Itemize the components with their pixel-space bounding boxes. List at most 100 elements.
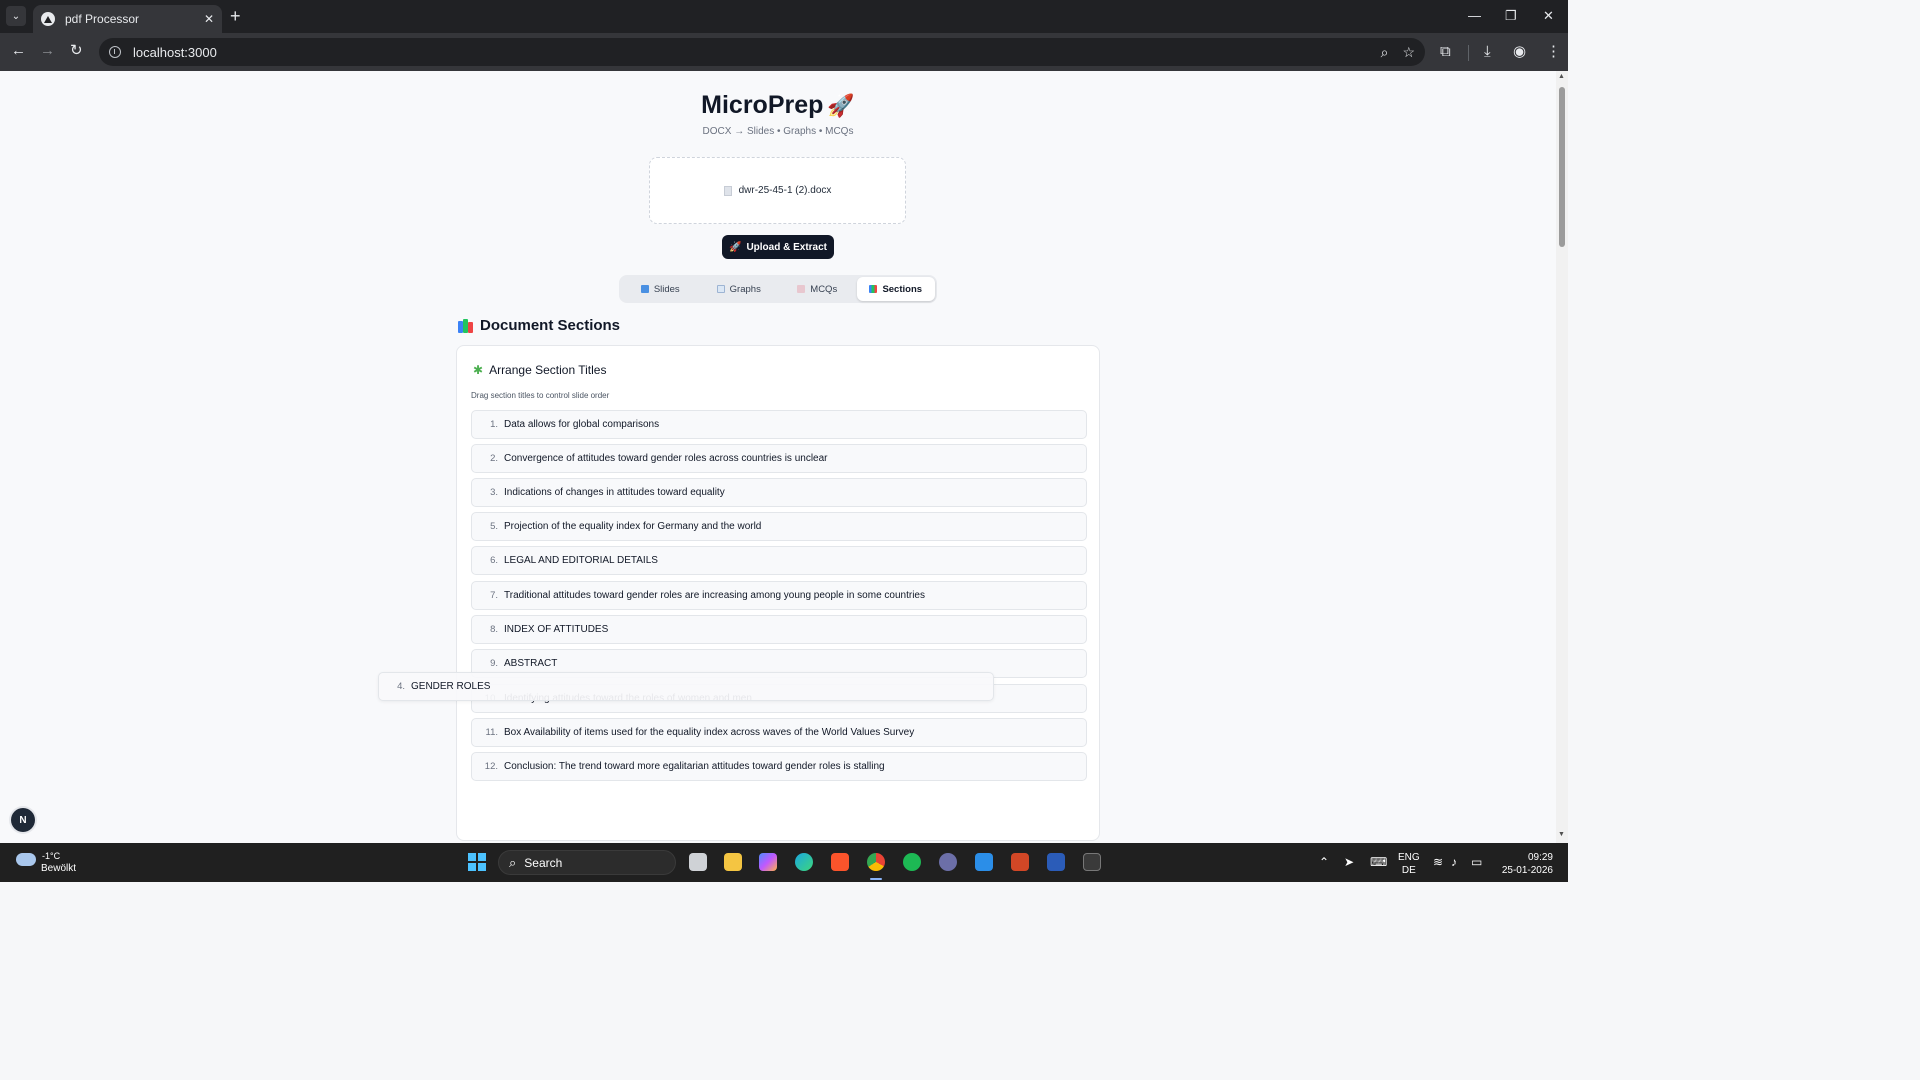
copilot-icon[interactable] — [759, 853, 777, 871]
app-icon[interactable] — [939, 853, 957, 871]
section-row[interactable]: 7. Traditional attitudes toward gender r… — [471, 581, 1087, 610]
section-row[interactable]: 8. INDEX OF ATTITUDES — [471, 615, 1087, 644]
row-title: ABSTRACT — [504, 658, 558, 669]
zoom-icon[interactable]: ⌕ — [1381, 44, 1389, 61]
card-title-text: Arrange Section Titles — [489, 363, 607, 377]
rocket-icon: 🚀 — [827, 93, 855, 118]
windows-start-icon[interactable] — [468, 853, 486, 871]
spotify-icon[interactable] — [903, 853, 921, 871]
row-title: LEGAL AND EDITORIAL DETAILS — [504, 555, 658, 566]
word-icon[interactable] — [1047, 853, 1065, 871]
section-row[interactable]: 11. Box Availability of items used for t… — [471, 718, 1087, 747]
wifi-icon[interactable]: ≋ — [1433, 855, 1443, 869]
drag-hint: Drag section titles to control slide ord… — [471, 391, 610, 400]
bookmark-star-icon[interactable]: ☆ — [1402, 44, 1415, 61]
nextjs-dev-indicator[interactable]: N — [11, 808, 35, 832]
app-title-text: MicroPrep — [701, 91, 824, 119]
view-tabs: Slides Graphs MCQs Sections — [619, 275, 937, 303]
section-heading: Document Sections — [458, 317, 620, 334]
clock-time: 09:29 — [1527, 852, 1553, 863]
terminal-icon[interactable] — [1083, 853, 1101, 871]
row-title: Conclusion: The trend toward more egalit… — [504, 761, 885, 772]
row-number: 2. — [490, 453, 498, 464]
weather-temperature[interactable]: -1°C — [42, 851, 60, 861]
clock-date: 25-01-2026 — [1501, 865, 1553, 876]
cloud-icon[interactable] — [16, 853, 36, 866]
row-title: Box Availability of items used for the e… — [504, 727, 915, 738]
language-bottom: DE — [1401, 865, 1416, 876]
taskbar-search-label: Search — [524, 855, 563, 870]
address-bar[interactable]: localhost:3000 ⌕ ☆ — [99, 38, 1425, 66]
section-row[interactable]: 3. Indications of changes in attitudes t… — [471, 478, 1087, 507]
section-row[interactable]: 12. Conclusion: The trend toward more eg… — [471, 752, 1087, 781]
reload-icon[interactable]: ↻ — [70, 42, 83, 60]
browser-tab-bar: ⌄ pdf Processor ✕ + — ❐ ✕ — [0, 0, 1568, 33]
tab-slides[interactable]: Slides — [621, 277, 700, 301]
taskbar-search[interactable]: ⌕ Search — [498, 850, 676, 875]
minimize-icon[interactable]: — — [1468, 8, 1481, 23]
browser-tab[interactable]: pdf Processor ✕ — [33, 5, 222, 33]
forward-icon[interactable]: → — [40, 42, 55, 60]
vscode-icon[interactable] — [975, 853, 993, 871]
site-info-icon[interactable] — [109, 46, 121, 58]
tab-close-icon[interactable]: ✕ — [204, 12, 214, 26]
tab-search-chevron-icon[interactable]: ⌄ — [6, 6, 26, 26]
keyboard-icon[interactable]: ⌨ — [1370, 855, 1387, 869]
powerpoint-icon[interactable] — [1011, 853, 1029, 871]
row-number: 8. — [490, 624, 498, 635]
toolbar-divider — [1468, 45, 1469, 61]
page-viewport: MicroPrep 🚀 DOCX → Slides • Graphs • MCQs… — [0, 71, 1556, 843]
mcq-icon — [797, 285, 806, 293]
browser-menu-icon[interactable]: ⋮ — [1546, 43, 1561, 61]
weather-description[interactable]: Bewölkt — [41, 863, 76, 874]
row-title: INDEX OF ATTITUDES — [504, 624, 609, 635]
tab-label: MCQs — [810, 283, 838, 295]
tab-graphs[interactable]: Graphs — [700, 277, 779, 301]
scroll-down-icon[interactable]: ▼ — [1558, 831, 1565, 838]
tab-label: Sections — [882, 283, 923, 295]
restore-icon[interactable]: ❐ — [1505, 8, 1517, 24]
document-icon — [723, 185, 732, 196]
scroll-thumb[interactable] — [1559, 87, 1565, 247]
graph-icon — [716, 285, 725, 293]
back-icon[interactable]: ← — [11, 42, 26, 60]
window-close-icon[interactable]: ✕ — [1543, 8, 1554, 24]
scroll-up-icon[interactable]: ▲ — [1558, 73, 1565, 80]
chevron-up-icon[interactable]: ⌃ — [1319, 855, 1329, 869]
upload-extract-button[interactable]: 🚀 Upload & Extract — [722, 235, 834, 259]
section-row[interactable]: 5. Projection of the equality index for … — [471, 512, 1087, 541]
edge-icon[interactable] — [795, 853, 813, 871]
rocket-icon: 🚀 — [728, 241, 742, 253]
new-tab-icon[interactable]: + — [230, 7, 241, 25]
row-number: 3. — [490, 487, 498, 498]
system-clock[interactable]: 09:29 25-01-2026 — [1497, 851, 1553, 877]
language-top: ENG — [1398, 852, 1420, 863]
file-explorer-icon[interactable] — [724, 853, 742, 871]
section-row[interactable]: 2. Convergence of attitudes toward gende… — [471, 444, 1087, 473]
extensions-icon[interactable]: ⧉ — [1440, 43, 1451, 61]
url-text[interactable]: localhost:3000 — [133, 45, 1367, 60]
volume-icon[interactable]: ♪ — [1451, 855, 1457, 869]
dragging-section-row[interactable]: 4. GENDER ROLES — [378, 672, 994, 701]
task-view-icon[interactable] — [689, 853, 707, 871]
page-scrollbar[interactable]: ▲ ▼ — [1556, 71, 1568, 843]
input-language[interactable]: ENG DE — [1398, 851, 1420, 877]
download-icon[interactable]: ⤓ — [1484, 43, 1491, 61]
row-title: Data allows for global comparisons — [504, 419, 660, 430]
section-row[interactable]: 1. Data allows for global comparisons — [471, 410, 1087, 439]
file-dropzone[interactable]: dwr-25-45-1 (2).docx — [649, 157, 906, 224]
tab-mcqs[interactable]: MCQs — [778, 277, 857, 301]
books-icon — [458, 318, 474, 333]
battery-icon[interactable]: ▭ — [1471, 855, 1482, 869]
tab-title: pdf Processor — [65, 12, 140, 26]
chrome-icon[interactable] — [867, 853, 885, 871]
section-row[interactable]: 6. LEGAL AND EDITORIAL DETAILS — [471, 546, 1087, 575]
card-title: ✱ Arrange Section Titles — [473, 363, 606, 377]
brave-icon[interactable] — [831, 853, 849, 871]
location-icon[interactable]: ➤ — [1344, 855, 1354, 869]
tab-sections[interactable]: Sections — [856, 277, 935, 301]
app-subtitle: DOCX → Slides • Graphs • MCQs — [702, 126, 854, 137]
row-title: Traditional attitudes toward gender role… — [504, 590, 925, 601]
profile-avatar-icon[interactable]: ◉ — [1513, 43, 1526, 61]
row-number: 11. — [485, 727, 498, 738]
